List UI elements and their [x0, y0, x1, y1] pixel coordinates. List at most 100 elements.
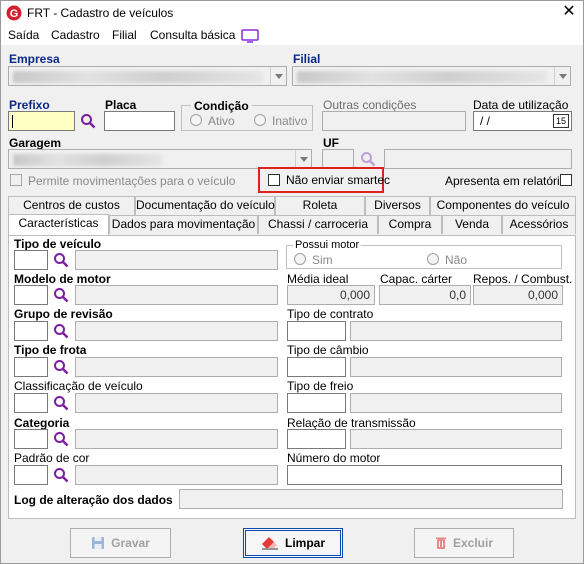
- modelo-motor-description: [75, 285, 278, 305]
- classificacao-code[interactable]: [14, 393, 48, 413]
- close-icon[interactable]: ✕: [555, 1, 583, 25]
- menu-consulta-basica[interactable]: Consulta básica: [150, 28, 235, 42]
- garagem-select[interactable]: [8, 149, 312, 169]
- search-icon[interactable]: [53, 395, 69, 411]
- excluir-label: Excluir: [452, 536, 494, 550]
- padrao-cor-label: Padrão de cor: [14, 451, 90, 465]
- tipo-contrato-description: [350, 321, 562, 341]
- media-ideal-label: Média ideal: [287, 272, 349, 286]
- app-logo-icon: G: [6, 5, 22, 21]
- placa-input[interactable]: [104, 111, 175, 131]
- tipo-cambio-code[interactable]: [287, 357, 346, 377]
- svg-text:G: G: [10, 8, 19, 20]
- window-title: FRT - Cadastro de veículos: [27, 6, 174, 20]
- chevron-down-icon[interactable]: [554, 67, 570, 85]
- capac-carter-label: Capac. cárter: [380, 272, 453, 286]
- tab-centros-custos[interactable]: Centros de custos: [8, 196, 135, 215]
- gravar-button[interactable]: Gravar: [70, 528, 171, 558]
- relacao-transmissao-description: [350, 429, 562, 449]
- nao-enviar-smartec-label: Não enviar smartec: [286, 173, 391, 187]
- modelo-motor-code[interactable]: [14, 285, 48, 305]
- tab-dados-movimentacao[interactable]: Dados para movimentação: [109, 215, 258, 234]
- tab-acessorios[interactable]: Acessórios: [502, 215, 576, 234]
- padrao-cor-description: [75, 465, 278, 485]
- media-ideal-input: 0,000: [287, 285, 375, 305]
- nao-label: Não: [445, 253, 468, 267]
- filial-select[interactable]: [292, 66, 571, 86]
- padrao-cor-code[interactable]: [14, 465, 48, 485]
- eraser-icon: [261, 537, 278, 550]
- placa-label: Placa: [105, 98, 137, 112]
- capac-carter-input: 0,0: [379, 285, 471, 305]
- data-utilizacao-input[interactable]: / / 15: [473, 111, 572, 131]
- possui-motor-label: Possui motor: [293, 239, 362, 251]
- calendar-icon[interactable]: 15: [553, 114, 569, 128]
- search-icon: [361, 152, 376, 167]
- search-icon[interactable]: [53, 323, 69, 339]
- search-icon[interactable]: [53, 359, 69, 375]
- tipo-frota-code[interactable]: [14, 357, 48, 377]
- media-ideal-value: 0,000: [339, 288, 370, 302]
- tipo-freio-code[interactable]: [287, 393, 346, 413]
- tab-componentes[interactable]: Componentes do veículo: [430, 196, 576, 215]
- search-icon[interactable]: [53, 431, 69, 447]
- data-utilizacao-label: Data de utilização: [473, 98, 569, 112]
- tipo-veiculo-code[interactable]: [14, 250, 48, 270]
- chevron-down-icon[interactable]: [295, 150, 311, 168]
- excluir-button[interactable]: Excluir: [414, 528, 514, 558]
- menu-saida[interactable]: Saída: [8, 28, 39, 42]
- empresa-label: Empresa: [9, 52, 60, 66]
- tab-compra[interactable]: Compra: [378, 215, 442, 234]
- tipo-contrato-label: Tipo de contrato: [287, 307, 374, 321]
- gravar-label: Gravar: [111, 536, 150, 550]
- tab-roleta[interactable]: Roleta: [275, 196, 365, 215]
- tab-diversos[interactable]: Diversos: [365, 196, 430, 215]
- ativo-radio[interactable]: [190, 114, 202, 126]
- grupo-revisao-description: [75, 321, 278, 341]
- search-icon[interactable]: [53, 287, 69, 303]
- search-icon[interactable]: [53, 467, 69, 483]
- tab-venda[interactable]: Venda: [442, 215, 502, 234]
- tipo-contrato-code[interactable]: [287, 321, 346, 341]
- grupo-revisao-code[interactable]: [14, 321, 48, 341]
- search-icon[interactable]: [53, 252, 69, 268]
- tipo-frota-description: [75, 357, 278, 377]
- monitor-icon[interactable]: [241, 29, 259, 43]
- main-window: G FRT - Cadastro de veículos ✕ Saída Cad…: [0, 0, 584, 564]
- uf-input: [322, 149, 354, 169]
- search-icon[interactable]: [80, 113, 96, 129]
- save-icon: [92, 537, 105, 549]
- tab-chassi-carroceria[interactable]: Chassi / carroceria: [258, 215, 378, 234]
- tipo-cambio-description: [350, 357, 562, 377]
- limpar-button[interactable]: Limpar: [243, 528, 343, 558]
- outras-condicoes-input: [322, 111, 466, 131]
- limpar-label: Limpar: [284, 536, 325, 550]
- sim-radio[interactable]: [294, 253, 306, 265]
- apresenta-relatorios-label: Apresenta em relatórios: [445, 174, 573, 188]
- tipo-freio-description: [350, 393, 562, 413]
- capac-carter-value: 0,0: [449, 288, 466, 302]
- classificacao-label: Classificação de veículo: [14, 379, 143, 393]
- tab-documentacao[interactable]: Documentação do veículo: [135, 196, 275, 215]
- chevron-down-icon[interactable]: [270, 67, 286, 85]
- apresenta-relatorios-checkbox[interactable]: [560, 174, 572, 186]
- nao-radio[interactable]: [427, 253, 439, 265]
- inativo-label: Inativo: [272, 114, 308, 128]
- numero-motor-label: Número do motor: [287, 451, 381, 465]
- filial-label: Filial: [293, 52, 321, 66]
- tab-caracteristicas[interactable]: Características: [8, 214, 109, 235]
- trash-icon: [435, 537, 446, 549]
- grupo-revisao-label: Grupo de revisão: [14, 307, 113, 321]
- prefixo-input[interactable]: [8, 111, 75, 131]
- relacao-transmissao-label: Relação de transmissão: [287, 416, 416, 430]
- menu-cadastro[interactable]: Cadastro: [51, 28, 100, 42]
- menu-filial[interactable]: Filial: [112, 28, 137, 42]
- numero-motor-input[interactable]: [287, 465, 562, 485]
- relacao-transmissao-code[interactable]: [287, 429, 346, 449]
- nao-enviar-smartec-checkbox[interactable]: [268, 174, 280, 186]
- modelo-motor-label: Modelo de motor: [14, 272, 111, 286]
- outras-condicoes-label: Outras condições: [323, 98, 417, 112]
- categoria-code[interactable]: [14, 429, 48, 449]
- empresa-select[interactable]: [8, 66, 287, 86]
- inativo-radio[interactable]: [254, 114, 266, 126]
